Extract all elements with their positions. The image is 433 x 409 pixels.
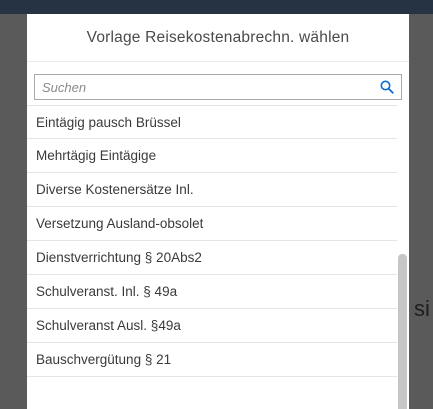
search-input[interactable] — [42, 79, 379, 95]
background-partial-text: si — [414, 296, 430, 321]
list-item[interactable]: Eintägig pausch Brüssel — [27, 105, 397, 139]
template-list: Eintägig pausch Brüssel Mehrtägig Eintäg… — [27, 105, 409, 409]
list-item[interactable]: Mehrtägig Eintägige — [27, 139, 397, 173]
list-item[interactable]: Schulveranst. Inl. § 49a — [27, 275, 397, 309]
dialog-title: Vorlage Reisekostenabrechn. wählen — [27, 14, 409, 62]
select-template-dialog: Vorlage Reisekostenabrechn. wählen Eintä… — [27, 14, 409, 409]
search-field[interactable] — [34, 74, 402, 100]
list-item[interactable]: Dienstverrichtung § 20Abs2 — [27, 241, 397, 275]
search-icon[interactable] — [379, 79, 395, 95]
list-scrollbar[interactable] — [398, 254, 407, 409]
shell-header-bar — [0, 0, 433, 14]
list-item[interactable]: Diverse Kostenersätze Inl. — [27, 173, 397, 207]
list-item[interactable]: Bauschvergütung § 21 — [27, 343, 397, 377]
list-item[interactable]: Versetzung Ausland-obsolet — [27, 207, 397, 241]
list-item[interactable]: Schulveranst Ausl. §49a — [27, 309, 397, 343]
